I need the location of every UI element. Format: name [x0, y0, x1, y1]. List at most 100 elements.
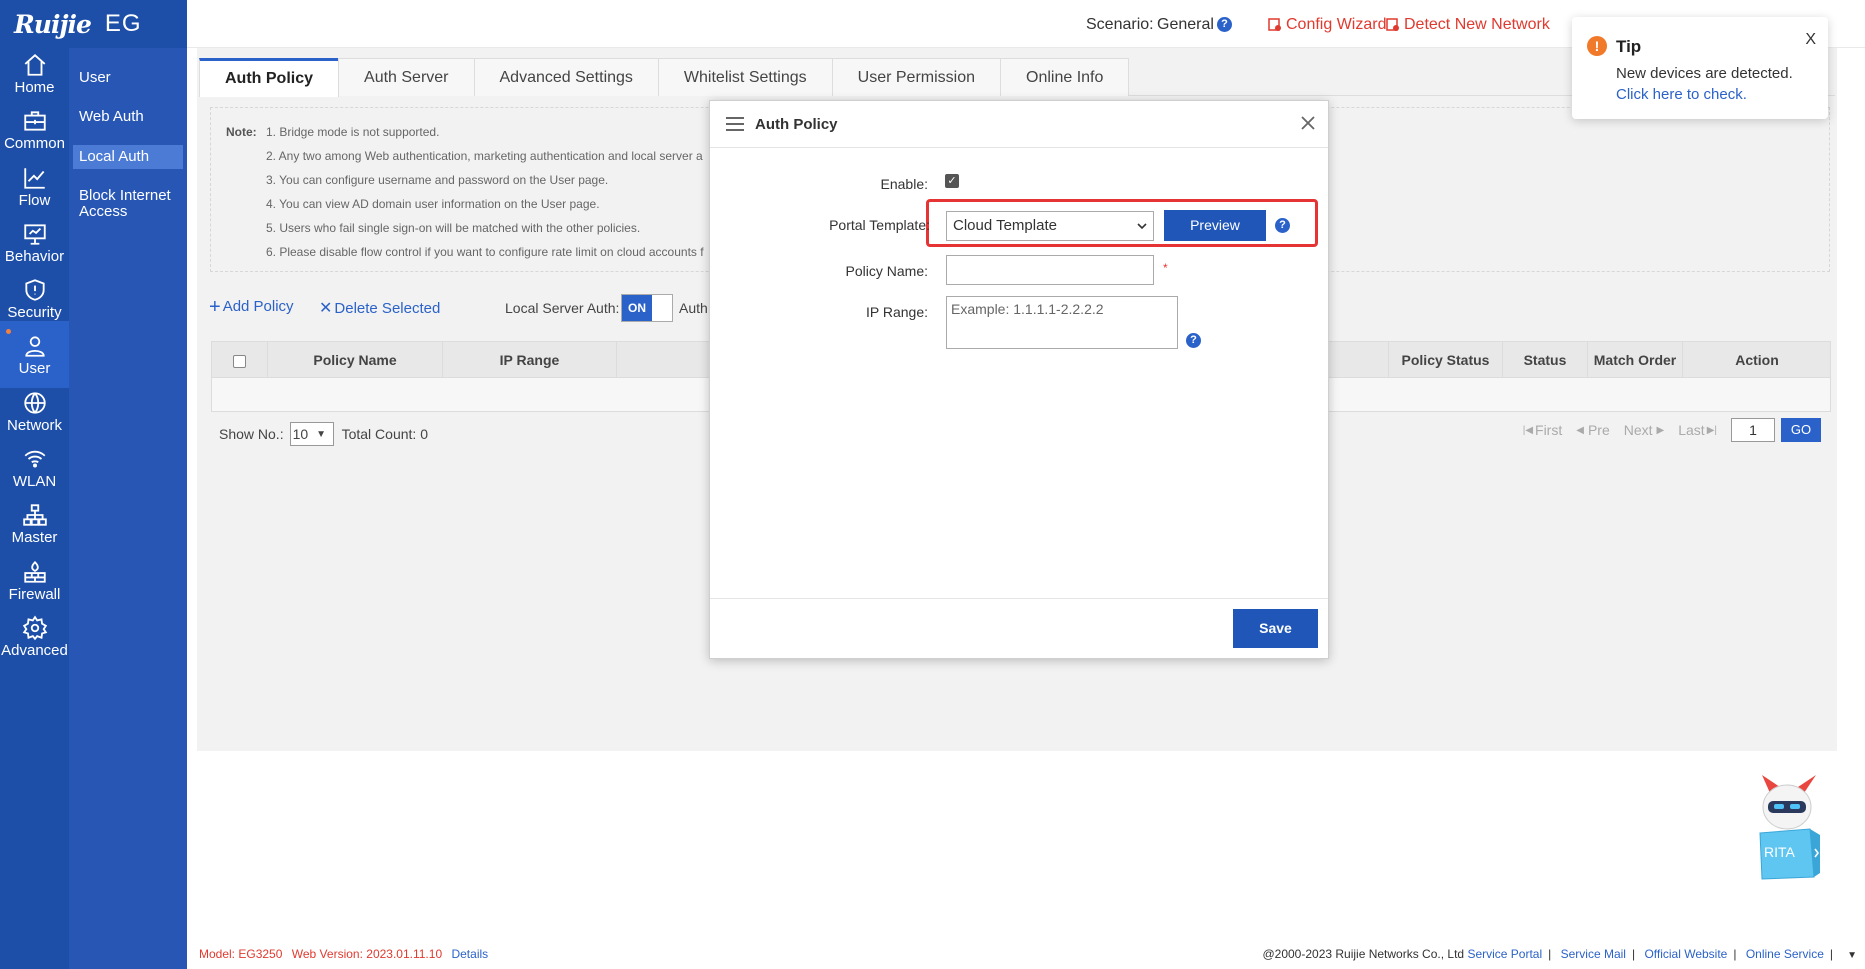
show-no-label: Show No.: [219, 426, 284, 442]
ip-range-help-icon[interactable]: ? [1186, 333, 1201, 348]
nav-network-label: Network [6, 416, 62, 434]
footer: Model: EG3250 Web Version: 2023.01.11.10… [199, 947, 1833, 961]
model-value: EG3250 [238, 947, 283, 961]
policy-name-label: Policy Name: [845, 263, 928, 279]
note-line: 6. Please disable flow control if you wa… [266, 245, 704, 259]
col-policy-status[interactable]: Policy Status [1388, 342, 1503, 378]
menu-icon [726, 117, 744, 131]
note-line: 3. You can configure username and passwo… [266, 173, 609, 187]
tab-auth-server[interactable]: Auth Server [338, 58, 475, 96]
add-policy-button[interactable]: + Add Policy [209, 297, 294, 317]
note-line: 2. Any two among Web authentication, mar… [266, 149, 703, 163]
tip-message: New devices are detected. [1616, 65, 1793, 82]
first-page-icon: |◀ [1522, 424, 1534, 436]
close-icon[interactable] [1298, 113, 1318, 133]
tab-auth-policy[interactable]: Auth Policy [199, 58, 340, 97]
last-page-label: Last [1678, 422, 1705, 438]
nav-flow-label: Flow [18, 191, 51, 209]
add-policy-label: Add Policy [222, 298, 294, 315]
mascot-eye [1790, 804, 1800, 809]
wizard-icon [1268, 18, 1281, 31]
next-page-link[interactable]: Next ▶ [1624, 422, 1665, 438]
auth-truncated-label: Auth [679, 300, 708, 316]
select-all-checkbox[interactable] [233, 354, 246, 368]
delete-selected-button[interactable]: ✕ Delete Selected [319, 298, 440, 318]
tab-user-permission[interactable]: User Permission [831, 58, 1001, 96]
subnav-item-user[interactable]: User [73, 66, 183, 90]
nav-wlan-label: WLAN [12, 472, 57, 490]
nav-behavior-label: Behavior [4, 247, 65, 265]
content-lower-area [197, 751, 1837, 940]
policy-name-input[interactable] [946, 255, 1154, 285]
detect-icon [1386, 18, 1399, 31]
col-match-order[interactable]: Match Order [1588, 342, 1683, 378]
nav-user-dot [6, 329, 11, 334]
enable-checkbox[interactable]: ✓ [945, 174, 959, 188]
mascot-visor [1768, 801, 1806, 813]
scrollbar-down-arrow[interactable]: ▼ [1847, 950, 1857, 961]
wifi-icon [24, 450, 45, 468]
close-icon: ✕ [319, 300, 333, 317]
prev-page-icon: ◀ [1576, 424, 1584, 436]
detect-network-label: Detect New Network [1404, 16, 1550, 33]
tab-online-info[interactable]: Online Info [1000, 58, 1130, 96]
tab-whitelist-settings[interactable]: Whitelist Settings [657, 58, 833, 96]
local-server-auth-label: Local Server Auth: [505, 300, 620, 316]
tip-close-button[interactable]: X [1805, 31, 1816, 49]
briefcase-icon [23, 110, 46, 131]
page-size-select[interactable]: 10 ▼ [289, 422, 334, 446]
firewall-icon [23, 560, 46, 583]
col-policy-name[interactable]: Policy Name [268, 342, 443, 378]
details-link[interactable]: Details [451, 947, 488, 961]
official-website-link[interactable]: Official Website [1644, 947, 1727, 961]
go-button[interactable]: GO [1781, 418, 1821, 442]
subnav-item-block-internet-access[interactable]: Block Internet Access [73, 184, 183, 224]
tab-advanced-settings[interactable]: Advanced Settings [473, 58, 659, 96]
required-mark: * [1163, 261, 1168, 275]
toggle-on-label: ON [622, 295, 652, 321]
enable-label: Enable: [880, 176, 928, 192]
main-nav-rail: Home Common Flow Behavior Security User … [0, 0, 69, 969]
subnav-item-local-auth[interactable]: Local Auth [73, 145, 183, 169]
brand-name: Ruijie [14, 9, 92, 39]
warning-icon: ! [1587, 36, 1607, 56]
portal-template-help-icon[interactable]: ? [1275, 218, 1290, 233]
subnav-item-web-auth[interactable]: Web Auth [73, 105, 183, 129]
note-line: 5. Users who fail single sign-on will be… [266, 221, 641, 235]
portal-template-value: Cloud Template [953, 217, 1057, 234]
preview-button[interactable]: Preview [1164, 210, 1266, 241]
select-all-cell [212, 342, 268, 378]
brand-logo[interactable]: Ruijie EG [0, 0, 187, 48]
tip-notification: ! Tip New devices are detected. Click he… [1572, 17, 1828, 119]
scenario-help-icon[interactable]: ? [1217, 17, 1232, 32]
detect-network-link[interactable]: Detect New Network [1386, 16, 1550, 34]
service-portal-link[interactable]: Service Portal [1467, 947, 1542, 961]
service-mail-link[interactable]: Service Mail [1561, 947, 1626, 961]
ip-range-textarea[interactable]: Example: 1.1.1.1-2.2.2.2 [946, 296, 1178, 349]
next-page-label: Next [1623, 422, 1653, 438]
last-page-link[interactable]: Last ▶| [1678, 422, 1717, 438]
prev-page-link[interactable]: ◀ Pre [1576, 422, 1610, 438]
dialog-footer: Save [710, 598, 1328, 658]
nav-advanced[interactable]: Advanced [0, 603, 69, 670]
web-version-value: 2023.01.11.10 [366, 947, 443, 961]
local-server-auth-toggle[interactable]: ON [621, 294, 673, 322]
save-button[interactable]: Save [1233, 609, 1318, 648]
online-service-link[interactable]: Online Service [1746, 947, 1824, 961]
nav-user-label: User [18, 359, 51, 377]
scenario-value: General [1157, 16, 1214, 33]
tip-check-link[interactable]: Click here to check. [1616, 86, 1747, 103]
col-ip-range[interactable]: IP Range [443, 342, 617, 378]
config-wizard-link[interactable]: Config Wizard [1268, 16, 1386, 34]
portal-template-select[interactable]: Cloud Template [946, 211, 1154, 241]
tip-title: Tip [1616, 37, 1642, 56]
nav-master-label: Master [11, 528, 58, 546]
col-status[interactable]: Status [1503, 342, 1588, 378]
next-page-icon: ▶ [1656, 424, 1665, 436]
rita-assistant-button[interactable]: RITA [1752, 773, 1822, 883]
first-page-link[interactable]: |◀ First [1523, 422, 1563, 438]
page-number-input[interactable]: 1 [1731, 418, 1775, 442]
home-icon [24, 53, 45, 76]
mascot-eye [1774, 804, 1784, 809]
shield-icon [24, 278, 45, 301]
